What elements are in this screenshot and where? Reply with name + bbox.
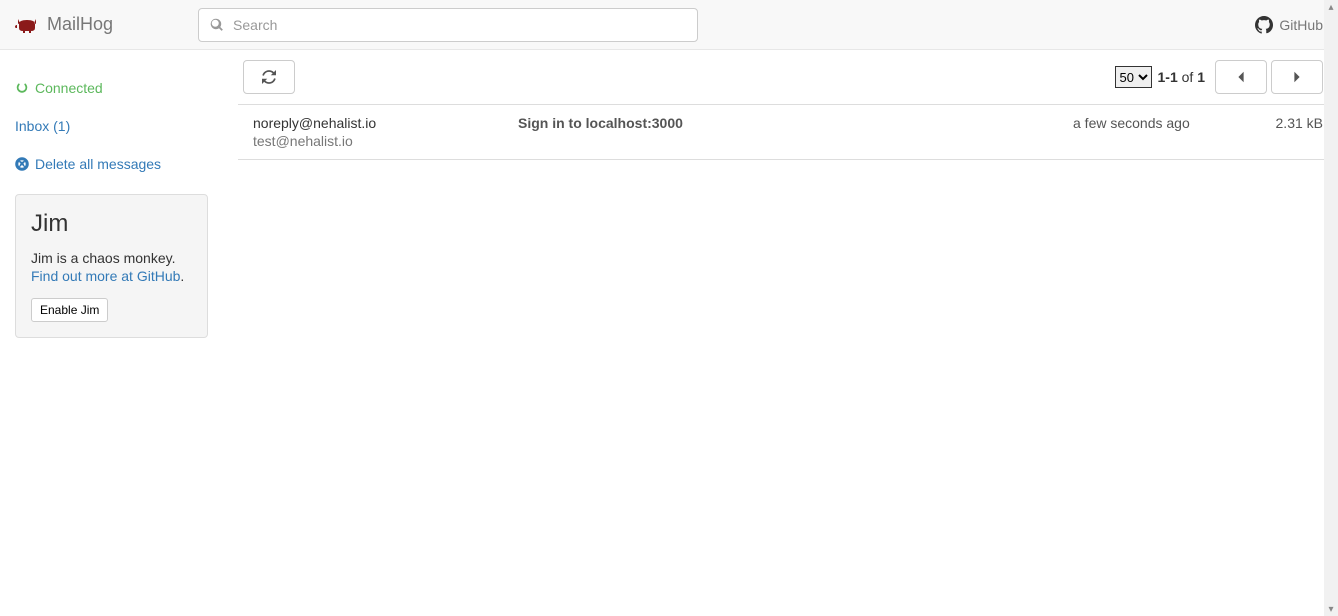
connected-label: Connected [35, 80, 103, 96]
delete-all-label: Delete all messages [35, 156, 161, 172]
search-input[interactable] [198, 8, 698, 42]
prev-page-button[interactable] [1215, 60, 1267, 94]
page-size-select[interactable]: 50 [1115, 66, 1152, 88]
jim-desc: Jim is a chaos monkey. [31, 250, 192, 266]
message-subject: Sign in to localhost:3000 [518, 115, 1073, 131]
message-recipient: test@nehalist.io [253, 133, 518, 149]
message-list: noreply@nehalist.io test@nehalist.io Sig… [238, 104, 1338, 160]
enable-jim-button[interactable]: Enable Jim [31, 298, 108, 322]
jim-link-suffix: . [180, 268, 184, 284]
inbox-label: Inbox (1) [15, 118, 70, 134]
brand[interactable]: MailHog [15, 14, 113, 35]
main: 50 1-1 of 1 noreply@nehalist.io [223, 50, 1338, 616]
jim-title: Jim [31, 210, 192, 238]
brand-text: MailHog [47, 14, 113, 35]
github-label: GitHub [1279, 17, 1323, 33]
delete-all-link[interactable]: Delete all messages [15, 156, 208, 172]
search-wrap [198, 8, 698, 42]
github-link[interactable]: GitHub [1255, 16, 1323, 34]
refresh-button[interactable] [243, 60, 295, 94]
pager-of: of [1182, 69, 1194, 85]
pager-range: 1-1 [1158, 69, 1178, 85]
chevron-left-icon [1234, 70, 1248, 84]
scroll-up-icon[interactable]: ▴ [1324, 0, 1338, 14]
chevron-right-icon [1290, 70, 1304, 84]
message-row[interactable]: noreply@nehalist.io test@nehalist.io Sig… [238, 105, 1338, 160]
refresh-icon [262, 70, 276, 84]
message-sender: noreply@nehalist.io [253, 115, 518, 131]
sidebar: Connected Inbox (1) Delete all messages … [0, 50, 223, 616]
toolbar: 50 1-1 of 1 [238, 50, 1338, 104]
scroll-down-icon[interactable]: ▾ [1324, 602, 1338, 616]
connected-status[interactable]: Connected [15, 80, 208, 96]
trash-icon [15, 157, 29, 171]
message-size: 2.31 kB [1253, 115, 1323, 131]
toolbar-right: 50 1-1 of 1 [1115, 60, 1324, 94]
scrollbar[interactable]: ▴ ▾ [1324, 0, 1338, 616]
next-page-button[interactable] [1271, 60, 1323, 94]
power-icon [15, 81, 29, 95]
jim-panel: Jim Jim is a chaos monkey. Find out more… [15, 194, 208, 338]
pager-text: 1-1 of 1 [1158, 69, 1206, 85]
jim-link[interactable]: Find out more at GitHub [31, 268, 180, 284]
inbox-link[interactable]: Inbox (1) [15, 118, 208, 134]
message-time: a few seconds ago [1073, 115, 1253, 131]
pager-total: 1 [1197, 69, 1205, 85]
search-icon [210, 18, 224, 32]
header: MailHog GitHub [0, 0, 1338, 50]
message-from-cell: noreply@nehalist.io test@nehalist.io [253, 115, 518, 149]
pig-icon [15, 16, 39, 34]
github-icon [1255, 16, 1273, 34]
